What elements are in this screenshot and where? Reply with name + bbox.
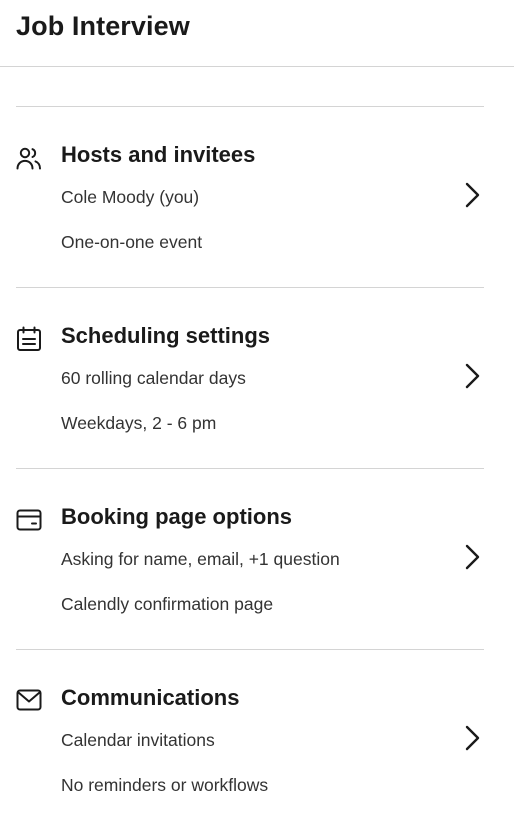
section-title: Communications [61, 685, 240, 710]
divider [16, 468, 484, 469]
section-detail: No reminders or workflows [61, 775, 269, 795]
section-title: Hosts and invitees [61, 142, 256, 167]
section-detail: Calendar invitations [61, 730, 215, 750]
booking-page-options-section[interactable]: Booking page options Asking for name, em… [0, 499, 514, 649]
divider [16, 649, 484, 650]
divider [16, 287, 484, 288]
chevron-right-icon [462, 543, 482, 571]
section-detail: One-on-one event [61, 232, 203, 252]
section-detail: Asking for name, email, +1 question [61, 549, 340, 569]
chevron-right-icon [462, 181, 482, 209]
users-icon [16, 145, 42, 171]
chevron-right-icon [462, 724, 482, 752]
browser-window-icon [16, 507, 42, 533]
section-title: Scheduling settings [61, 323, 271, 348]
communications-section[interactable]: Communications Calendar invitations No r… [0, 680, 514, 830]
section-detail: Weekdays, 2 - 6 pm [61, 413, 217, 433]
calendar-icon [16, 326, 42, 352]
section-detail: 60 rolling calendar days [61, 368, 246, 388]
section-detail: Cole Moody (you) [61, 187, 200, 207]
page-header: Job Interview [0, 0, 514, 67]
envelope-icon [16, 687, 42, 713]
hosts-and-invitees-section[interactable]: Hosts and invitees Cole Moody (you) One-… [0, 137, 514, 287]
section-title: Booking page options [61, 504, 292, 529]
chevron-right-icon [462, 362, 482, 390]
divider [16, 106, 484, 107]
page-title: Job Interview [16, 11, 190, 41]
section-detail: Calendly confirmation page [61, 594, 274, 614]
scheduling-settings-section[interactable]: Scheduling settings 60 rolling calendar … [0, 318, 514, 468]
